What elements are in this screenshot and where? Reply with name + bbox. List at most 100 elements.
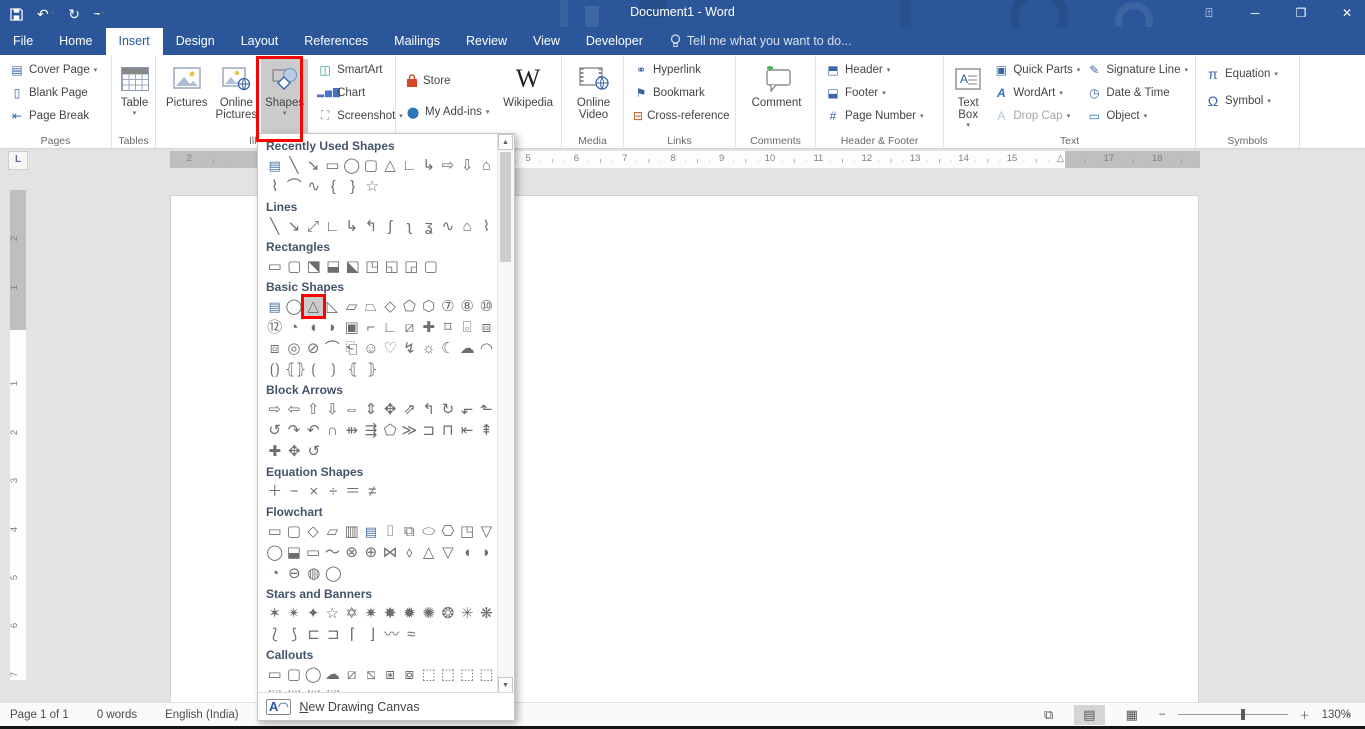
shape-item[interactable]: ✸ <box>381 603 400 624</box>
shape-item[interactable]: ↰ <box>419 399 438 420</box>
shape-item[interactable]: ◍ <box>304 563 324 584</box>
shape-item[interactable]: ⇧ <box>304 399 323 420</box>
shape-item[interactable]: ⧅ <box>361 664 380 685</box>
shape-item[interactable]: ⬑ <box>477 399 496 420</box>
shape-item[interactable]: × <box>304 481 324 502</box>
shape-item[interactable]: ▽ <box>438 542 457 563</box>
shape-item[interactable]: ⟮ <box>304 359 324 380</box>
shape-item[interactable]: ⇔ <box>342 399 361 420</box>
shape-item[interactable]: ☆ <box>323 603 342 624</box>
equation-button[interactable]: πEquation▾ <box>1202 63 1295 84</box>
shape-item[interactable]: ▢ <box>421 256 441 277</box>
shape-item[interactable]: ⊖ <box>285 563 305 584</box>
shape-item[interactable]: ⇨ <box>438 155 457 176</box>
shape-item[interactable]: ◔ <box>265 563 285 584</box>
shape-item[interactable]: ⬐ <box>458 399 477 420</box>
shape-item[interactable]: ⟅ <box>265 624 285 645</box>
shape-item[interactable]: ⇶ <box>361 420 380 441</box>
shape-item[interactable]: ✦ <box>304 603 323 624</box>
online-pictures-button[interactable]: Online Pictures <box>212 59 262 135</box>
cover-page-button[interactable]: ▤Cover Page▾ <box>6 59 107 80</box>
zoom-slider[interactable] <box>1178 714 1288 715</box>
shape-item[interactable]: ⧈ <box>265 338 284 359</box>
shape-item[interactable]: ◇ <box>304 521 323 542</box>
shape-item[interactable]: ◗ <box>323 317 342 338</box>
shape-item[interactable]: ☁ <box>458 338 477 359</box>
cross-reference-button[interactable]: ⊟Cross-reference <box>630 105 731 126</box>
shape-item[interactable]: ⦄ <box>363 359 383 380</box>
shape-item[interactable]: ⧉ <box>400 521 419 542</box>
shape-item[interactable]: ❂ <box>438 603 457 624</box>
shape-item[interactable]: ⌒ <box>323 338 342 359</box>
shape-item[interactable]: ⟯ <box>324 359 344 380</box>
shape-item[interactable]: ▤ <box>361 521 380 542</box>
vertical-ruler[interactable]: 211234567 <box>10 190 26 695</box>
shape-item[interactable]: ⌋ <box>363 624 383 645</box>
shape-item[interactable]: ✡ <box>342 603 361 624</box>
shape-item[interactable]: ✚ <box>265 441 285 462</box>
shape-item[interactable]: ▱ <box>323 521 342 542</box>
shape-item[interactable]: ↯ <box>400 338 419 359</box>
print-layout-button[interactable]: ▤ <box>1074 705 1104 725</box>
shape-item[interactable]: ◯ <box>265 542 284 563</box>
shape-item[interactable]: ◱ <box>382 256 402 277</box>
read-mode-button[interactable]: ⧉ <box>1035 705 1062 725</box>
shape-item[interactable]: ⑩ <box>477 296 496 317</box>
shape-item[interactable]: ⇨ <box>265 399 284 420</box>
shape-item[interactable]: ⬨ <box>400 542 419 563</box>
shape-item[interactable]: ⇻ <box>342 420 361 441</box>
shape-item[interactable]: ⌒ <box>285 176 305 197</box>
shape-item[interactable]: ▭ <box>265 521 284 542</box>
chart-button[interactable]: ▂▅▇Chart <box>314 82 406 103</box>
shape-item[interactable]: ▢ <box>361 155 380 176</box>
shape-item[interactable]: ◗ <box>477 542 496 563</box>
zoom-out-button[interactable]: − <box>1159 709 1166 721</box>
shape-item[interactable]: ⎗ <box>342 338 361 359</box>
shape-item[interactable]: ⊏ <box>304 624 324 645</box>
smartart-button[interactable]: ◫SmartArt <box>314 59 406 80</box>
collapse-ribbon-button[interactable]: ⌃ <box>1344 712 1353 725</box>
shape-item[interactable]: ♡ <box>381 338 400 359</box>
shape-item[interactable]: ◳ <box>363 256 383 277</box>
wikipedia-button[interactable]: W Wikipedia <box>499 59 557 135</box>
shape-item[interactable]: ◲ <box>402 256 422 277</box>
tab-layout[interactable]: Layout <box>228 28 292 55</box>
shape-item[interactable]: ∟ <box>400 155 419 176</box>
shape-item[interactable]: − <box>285 481 305 502</box>
quick-parts-button[interactable]: ▣Quick Parts▾ <box>990 59 1083 80</box>
tab-selector[interactable]: L <box>8 151 28 170</box>
tab-review[interactable]: Review <box>453 28 520 55</box>
shape-item[interactable]: ⇗ <box>400 399 419 420</box>
shape-item[interactable]: ∟ <box>323 216 342 237</box>
shape-item[interactable]: ʃ <box>381 216 400 237</box>
shape-item[interactable]: ▤ <box>265 155 284 176</box>
hyperlink-button[interactable]: ⚭Hyperlink <box>630 59 731 80</box>
blank-page-button[interactable]: ▯Blank Page <box>6 82 107 103</box>
shape-item[interactable]: ＋ <box>265 481 285 502</box>
shape-item[interactable]: △ <box>304 296 323 317</box>
shape-item[interactable]: ▤ <box>265 296 284 317</box>
shape-item[interactable]: ↺ <box>304 441 324 462</box>
shape-item[interactable]: ✴ <box>284 603 303 624</box>
shapes-menu-scrollbar[interactable]: ▲ ▼ <box>497 134 514 693</box>
shape-item[interactable]: ◔ <box>284 317 303 338</box>
signature-line-button[interactable]: ✎Signature Line▾ <box>1083 59 1191 80</box>
shape-item[interactable]: ∟ <box>381 317 400 338</box>
shape-item[interactable]: ▭ <box>265 664 284 685</box>
symbol-button[interactable]: ΩSymbol▾ <box>1202 90 1295 111</box>
shape-item[interactable]: ↳ <box>342 216 361 237</box>
shape-item[interactable]: ⦃⦄ <box>285 359 305 380</box>
shape-item[interactable]: ✥ <box>381 399 400 420</box>
shape-item[interactable]: ÷ <box>324 481 344 502</box>
shape-item[interactable]: ↶ <box>304 420 323 441</box>
shape-item[interactable]: ▥ <box>342 521 361 542</box>
shape-item[interactable]: ⇩ <box>458 155 477 176</box>
shape-item[interactable]: ⊘ <box>304 338 323 359</box>
shape-item[interactable]: ⊗ <box>342 542 361 563</box>
date-time-button[interactable]: ◷Date & Time <box>1083 82 1191 103</box>
shape-item[interactable]: ⑧ <box>458 296 477 317</box>
shape-item[interactable]: ↰ <box>361 216 380 237</box>
shape-item[interactable]: ☼ <box>419 338 438 359</box>
shape-item[interactable]: ⌇ <box>265 176 285 197</box>
shape-item[interactable]: ╲ <box>284 155 303 176</box>
